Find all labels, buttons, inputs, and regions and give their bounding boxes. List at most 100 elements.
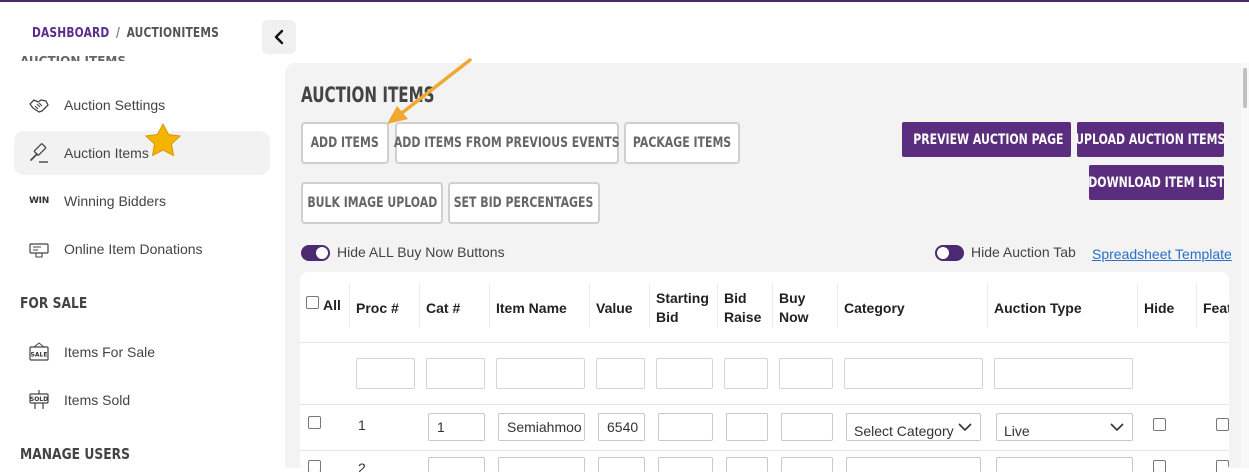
set-bid-percentages-button[interactable]: SET BID PERCENTAGES (448, 182, 600, 224)
sold-sign-icon: SOLD (28, 389, 50, 411)
main-scrollbar-thumb[interactable] (1243, 68, 1247, 108)
row-starting-bid-input[interactable] (658, 457, 713, 472)
hide-all-buy-now-toggle[interactable] (301, 245, 330, 261)
sale-tag-icon: SALE (28, 341, 50, 363)
add-items-button[interactable]: ADD ITEMS (301, 122, 389, 164)
column-header-proc[interactable]: Proc # (356, 299, 399, 318)
row-checkbox[interactable] (308, 460, 321, 472)
svg-text:SALE: SALE (31, 352, 48, 359)
row-featured-checkbox[interactable] (1216, 460, 1229, 472)
bulk-image-upload-button[interactable]: BULK IMAGE UPLOAD (301, 182, 443, 224)
chevron-down-icon (958, 423, 972, 432)
download-item-list-button[interactable]: DOWNLOAD ITEM LIST (1088, 165, 1225, 200)
filter-buy-now-input[interactable] (779, 358, 833, 389)
column-header-item-name[interactable]: Item Name (496, 299, 567, 318)
sidebar-section-for-sale-heading: FOR SALE (20, 294, 88, 312)
row-bid-raise-input[interactable] (726, 457, 768, 472)
row-buy-now-input[interactable] (781, 413, 833, 441)
column-header-auction-type[interactable]: Auction Type (994, 299, 1082, 318)
svg-text:SOLD: SOLD (30, 396, 48, 403)
header-bottom-border (300, 342, 1229, 343)
header-divider (1137, 284, 1138, 328)
column-header-buy-now[interactable]: Buy Now (779, 289, 809, 327)
sidebar-section-manage-users-heading: MANAGE USERS (20, 445, 130, 463)
filter-category-input[interactable] (844, 358, 983, 389)
sidebar-item-online-item-donations[interactable]: Online Item Donations (14, 227, 270, 271)
select-all-checkbox[interactable] (306, 296, 319, 309)
upload-auction-items-button[interactable]: UPLOAD AUCTION ITEMS (1075, 122, 1226, 157)
column-header-value[interactable]: Value (596, 299, 633, 318)
row-item-name-input[interactable]: Semiahmoo (498, 413, 585, 441)
sidebar-item-label: Auction Settings (64, 97, 166, 113)
column-header-starting-bid[interactable]: Starting Bid (656, 289, 709, 327)
page-title: AUCTION ITEMS (301, 83, 435, 107)
breadcrumb-current: AUCTIONITEMS (126, 26, 219, 41)
column-header-hide[interactable]: Hide (1144, 299, 1174, 318)
row-border (300, 450, 1229, 451)
row-featured-checkbox[interactable] (1216, 418, 1229, 431)
column-header-cat[interactable]: Cat # (426, 299, 460, 318)
add-items-from-previous-events-button[interactable]: ADD ITEMS FROM PREVIOUS EVENTS (394, 122, 620, 164)
header-divider (589, 284, 590, 328)
row-cat-input[interactable] (428, 457, 485, 472)
filter-starting-bid-input[interactable] (656, 358, 713, 389)
row-hide-checkbox[interactable] (1153, 418, 1166, 431)
row-category-select[interactable]: Select Category (846, 413, 981, 441)
column-header-category[interactable]: Category (844, 299, 905, 318)
collapse-sidebar-button[interactable] (262, 20, 296, 54)
row-auction-type-select[interactable] (996, 457, 1133, 472)
sidebar-item-label: Online Item Donations (64, 241, 203, 257)
filter-auction-type-input[interactable] (994, 358, 1133, 389)
auction-items-table: All Proc # Cat # Item Name Value Startin… (300, 272, 1229, 472)
row-category-select[interactable] (846, 457, 981, 472)
row-proc-number: 1 (358, 417, 366, 433)
breadcrumb-dashboard-link[interactable]: DASHBOARD (32, 26, 109, 41)
filter-proc-input[interactable] (356, 358, 415, 389)
chevron-down-icon (1110, 423, 1124, 432)
package-items-button[interactable]: PACKAGE ITEMS (624, 122, 740, 164)
row-starting-bid-input[interactable] (658, 413, 713, 441)
sidebar-item-label: Items Sold (64, 392, 131, 408)
chevron-left-icon (274, 29, 284, 45)
sidebar-item-items-sold[interactable]: SOLD Items Sold (14, 378, 270, 422)
header-divider (349, 284, 350, 328)
sidebar-item-auction-settings[interactable]: Auction Settings (14, 83, 270, 127)
row-hide-checkbox[interactable] (1153, 460, 1166, 472)
sidebar-item-winning-bidders[interactable]: WIN Winning Bidders (14, 179, 270, 223)
header-divider (837, 284, 838, 328)
row-value-input[interactable]: 6540 (598, 413, 645, 441)
win-icon: WIN (29, 196, 49, 206)
row-value-input[interactable] (598, 457, 645, 472)
filter-cat-input[interactable] (426, 358, 485, 389)
row-buy-now-input[interactable] (781, 457, 833, 472)
sidebar-item-items-for-sale[interactable]: SALE Items For Sale (14, 330, 270, 374)
filter-item-name-input[interactable] (496, 358, 585, 389)
row-item-name-input[interactable] (498, 457, 585, 472)
row-proc-number: 2 (358, 460, 366, 472)
hide-all-buy-now-label: Hide ALL Buy Now Buttons (337, 244, 505, 260)
sidebar-section-auction-items-heading: AUCTION ITEMS (20, 54, 126, 61)
column-header-all: All (323, 297, 341, 313)
sidebar-item-auction-items[interactable]: Auction Items (14, 131, 270, 175)
top-accent-bar (0, 0, 1249, 2)
header-divider (419, 284, 420, 328)
row-checkbox[interactable] (308, 416, 321, 429)
breadcrumb-separator: / (115, 26, 121, 41)
header-divider (1196, 284, 1197, 328)
main-scrollbar-track[interactable] (1241, 63, 1249, 468)
hide-auction-tab-label: Hide Auction Tab (971, 244, 1076, 260)
preview-auction-page-button[interactable]: PREVIEW AUCTION PAGE (902, 122, 1071, 157)
header-divider (717, 284, 718, 328)
header-divider (489, 284, 490, 328)
spreadsheet-template-link[interactable]: Spreadsheet Template (1092, 246, 1232, 262)
column-header-featured[interactable]: Featured (1203, 299, 1229, 318)
row-cat-input[interactable]: 1 (428, 413, 485, 441)
gavel-icon (28, 142, 50, 164)
hide-auction-tab-toggle[interactable] (935, 245, 964, 261)
breadcrumb: DASHBOARD / AUCTIONITEMS (32, 26, 219, 41)
column-header-bid-raise[interactable]: Bid Raise (724, 289, 761, 327)
filter-bid-raise-input[interactable] (724, 358, 768, 389)
filter-value-input[interactable] (596, 358, 645, 389)
row-bid-raise-input[interactable] (726, 413, 768, 441)
row-auction-type-select[interactable]: Live (996, 413, 1133, 441)
